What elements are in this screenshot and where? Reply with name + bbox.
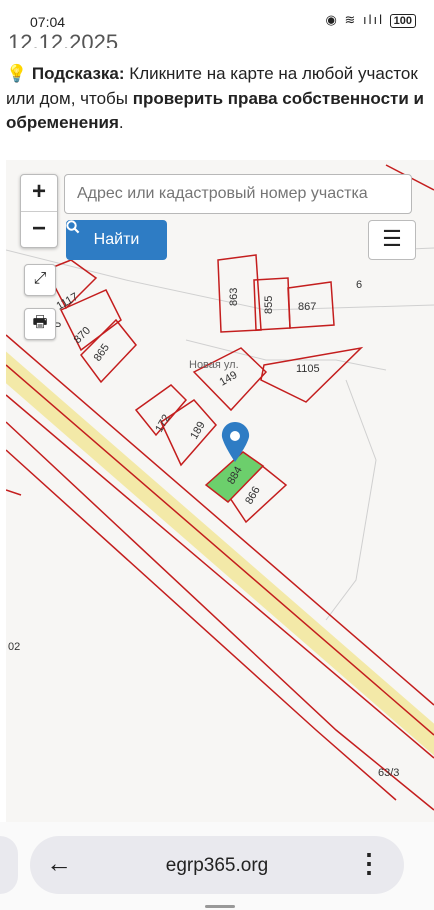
cadastral-search-input[interactable]: [64, 174, 412, 214]
hint-text-2: .: [118, 113, 124, 132]
parcel-label: 02: [8, 641, 20, 653]
find-button[interactable]: Найти: [66, 220, 167, 260]
layers-menu-button[interactable]: ☰: [368, 220, 416, 260]
parcel-label: 866: [243, 485, 263, 507]
hint-label: Подсказка:: [31, 64, 125, 83]
address-bar[interactable]: ← egrp365.org ⋮: [30, 836, 404, 894]
zoom-in-button[interactable]: +: [21, 175, 57, 212]
browser-menu-icon[interactable]: ⋮: [356, 848, 382, 879]
browser-bottom-bar: ← egrp365.org ⋮: [0, 822, 434, 910]
parcel-label: 63/3: [378, 767, 399, 779]
parcel-label: 867: [298, 301, 316, 313]
fullscreen-icon: ⤢: [33, 270, 47, 287]
hint-text: 💡 Подсказка: Кликните на карте на любой …: [6, 62, 426, 136]
url-text[interactable]: egrp365.org: [30, 855, 404, 877]
signal-wifi-icons: ◉ ≋ ılıl: [325, 12, 385, 27]
parcel-label: 6: [356, 279, 362, 291]
find-button-label: Найти: [93, 231, 140, 248]
home-indicator: [205, 905, 235, 908]
zoom-control: + −: [20, 174, 58, 248]
previous-tab-edge[interactable]: [0, 836, 18, 894]
parcel-label: 865: [92, 342, 112, 364]
cadastral-map[interactable]: 1117 870 865 863 855 867 6 149 1105 172 …: [6, 160, 434, 822]
partial-date: 12.12.2025: [8, 30, 119, 48]
parcel-label: 863: [228, 288, 240, 306]
parcel-label: 1105: [296, 363, 320, 375]
print-button[interactable]: 🖶: [24, 308, 56, 340]
zoom-out-button[interactable]: −: [21, 212, 57, 248]
parcel-label: 855: [263, 296, 275, 314]
status-icons: ◉ ≋ ılıl 100: [326, 12, 416, 28]
battery-icon: 100: [389, 14, 416, 28]
search-icon: [66, 220, 80, 234]
street-label: Новая ул.: [189, 359, 239, 371]
fullscreen-button[interactable]: ⤢: [24, 264, 56, 296]
print-icon: 🖶: [32, 314, 48, 331]
lightbulb-icon: 💡: [6, 64, 28, 83]
parcel-label: 149: [218, 369, 240, 389]
